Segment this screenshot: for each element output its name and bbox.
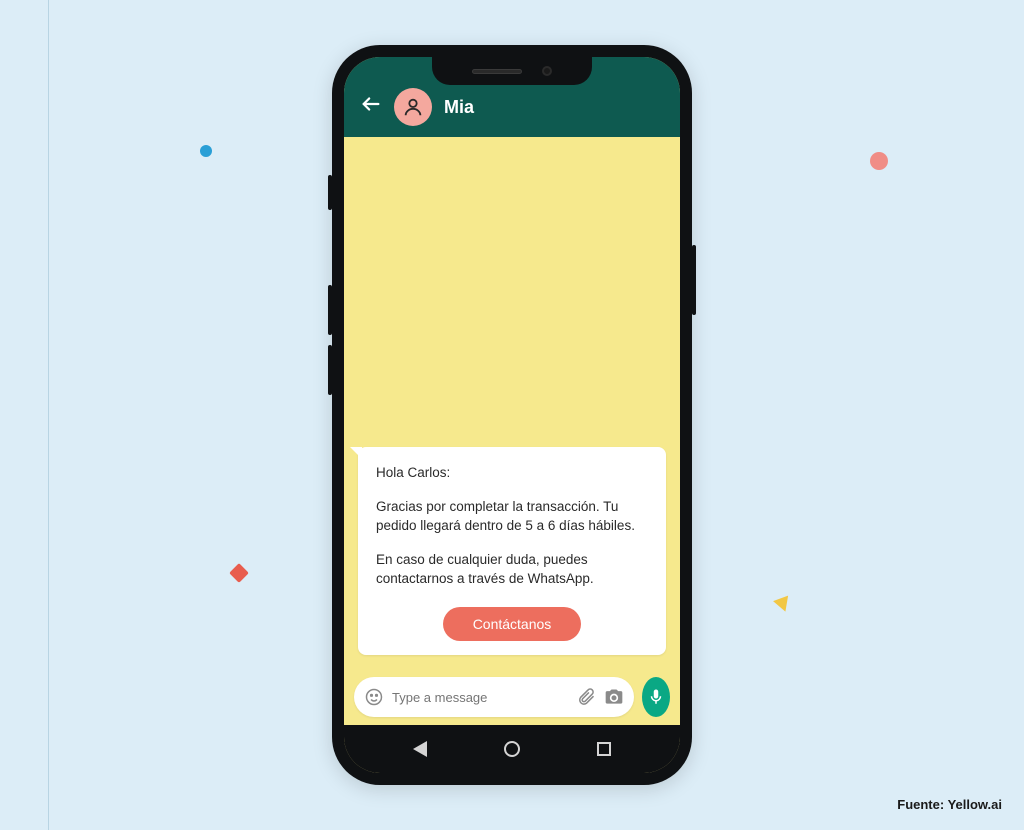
message-greeting: Hola Carlos: <box>376 463 648 483</box>
decorative-diamond-red <box>229 563 249 583</box>
decorative-dot-pink <box>870 152 888 170</box>
bg-vertical-line <box>48 0 49 830</box>
camera-icon[interactable] <box>604 687 624 707</box>
emoji-icon[interactable] <box>364 687 384 707</box>
phone-side-button <box>692 245 696 315</box>
message-bubble: Hola Carlos: Gracias por completar la tr… <box>358 447 666 655</box>
back-arrow-icon[interactable] <box>360 93 382 121</box>
phone-screen: Mia Hola Carlos: Gracias por completar l… <box>344 57 680 773</box>
nav-home-button[interactable] <box>502 739 522 759</box>
nav-recent-button[interactable] <box>594 739 614 759</box>
message-input[interactable] <box>392 690 568 705</box>
camera-icon <box>542 66 552 76</box>
chat-body: Hola Carlos: Gracias por completar la tr… <box>344 137 680 669</box>
nav-back-button[interactable] <box>410 739 430 759</box>
contact-button[interactable]: Contáctanos <box>443 607 582 641</box>
phone-side-button <box>328 175 332 210</box>
square-icon <box>597 742 611 756</box>
triangle-icon <box>413 741 427 757</box>
decorative-dot-blue <box>200 145 212 157</box>
phone-side-button <box>328 345 332 395</box>
circle-icon <box>504 741 520 757</box>
person-icon <box>402 96 424 118</box>
speaker-icon <box>472 69 522 74</box>
input-bar <box>344 669 680 725</box>
mic-icon <box>647 688 665 706</box>
message-body-1: Gracias por completar la transacción. Tu… <box>376 497 648 536</box>
message-input-pill <box>354 677 634 717</box>
decorative-triangle-yellow <box>773 596 793 615</box>
avatar[interactable] <box>394 88 432 126</box>
mic-button[interactable] <box>642 677 670 717</box>
source-attribution: Fuente: Yellow.ai <box>897 797 1002 812</box>
android-nav-bar <box>344 725 680 773</box>
phone-notch <box>432 57 592 85</box>
phone-side-button <box>328 285 332 335</box>
message-body-2: En caso de cualquier duda, puedes contac… <box>376 550 648 589</box>
attach-icon[interactable] <box>576 687 596 707</box>
contact-name: Mia <box>444 97 474 118</box>
phone-frame: Mia Hola Carlos: Gracias por completar l… <box>332 45 692 785</box>
